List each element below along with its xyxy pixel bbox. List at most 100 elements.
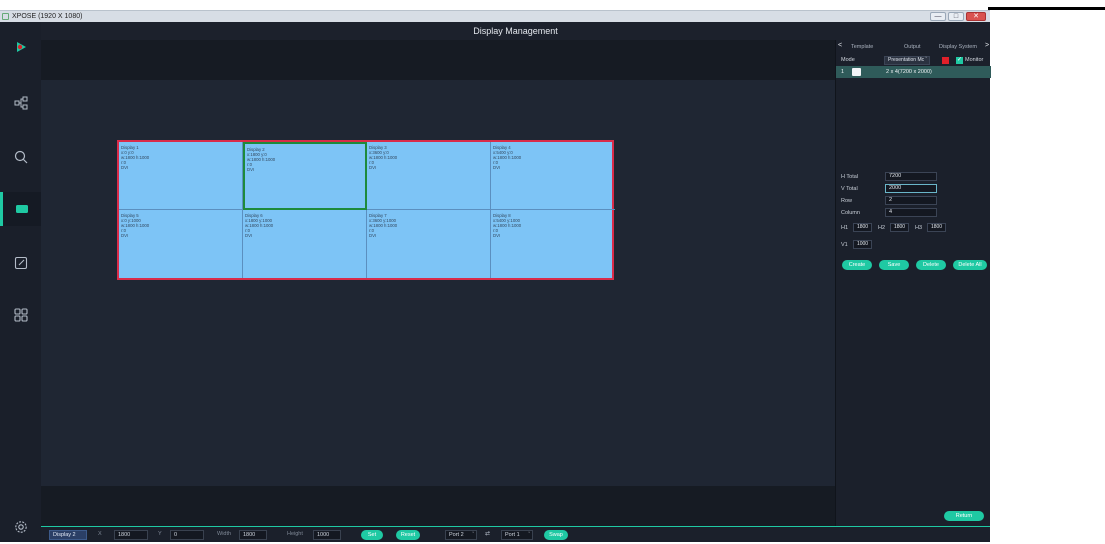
set-button[interactable]: Set xyxy=(361,530,383,540)
port-b-value: Port 1 xyxy=(505,532,520,538)
display-cell-3[interactable]: Display 3 x:3600 y:0 w:1800 h:1000 r:0 D… xyxy=(367,142,491,210)
h3-label: H3 xyxy=(915,225,923,231)
page-header: Display Management xyxy=(41,22,990,40)
swap-arrows-icon: ⇄ xyxy=(485,531,491,537)
network-icon xyxy=(14,96,27,110)
title-bar: XPOSE (1920 X 1080) — □ ✕ xyxy=(0,10,990,22)
cell-port-type: DVI xyxy=(121,233,129,238)
y-input[interactable]: 0 xyxy=(170,530,204,540)
monitor-checkbox[interactable]: ✓ xyxy=(956,57,963,64)
display-grid: Display 1 x:0 y:0 w:1800 h:1000 r:0 DVI … xyxy=(117,140,615,280)
page-title: Display Management xyxy=(473,26,558,36)
create-button[interactable]: Create xyxy=(842,260,872,270)
display-cell-7[interactable]: Display 7 x:3600 y:1000 w:1800 h:1000 r:… xyxy=(367,210,491,278)
top-edge-line xyxy=(988,7,1105,10)
template-list-item[interactable]: 1 2 x 4(7200 x 2000) xyxy=(836,66,991,78)
h1-input[interactable]: 1800 xyxy=(853,223,872,232)
h1-label: H1 xyxy=(841,225,849,231)
delete-all-button[interactable]: Delete All xyxy=(953,260,987,270)
logo-icon xyxy=(16,42,26,52)
sidebar-item-network[interactable] xyxy=(0,86,41,120)
maximize-button[interactable]: □ xyxy=(948,12,964,21)
sidebar-item-search[interactable] xyxy=(0,140,41,174)
tab-prev-button[interactable]: < xyxy=(838,42,842,49)
edit-icon xyxy=(14,256,27,270)
cell-port-type: DVI xyxy=(493,165,501,170)
bottom-strip xyxy=(41,486,835,526)
display-cell-1[interactable]: Display 1 x:0 y:0 w:1800 h:1000 r:0 DVI xyxy=(119,142,243,210)
display-cell-2[interactable]: Display 2 x:1800 y:0 w:1800 h:1000 r:0 D… xyxy=(243,142,367,210)
sidebar-item-home[interactable] xyxy=(0,30,41,64)
width-label: Width xyxy=(217,531,232,537)
tab-display-system[interactable]: Display System xyxy=(939,44,977,50)
y-label: Y xyxy=(158,531,162,537)
mode-value: Presentation Mc xyxy=(888,57,925,63)
sidebar-item-settings[interactable] xyxy=(0,510,41,544)
v-total-label: V Total xyxy=(841,186,858,192)
chevron-down-icon: ˇ xyxy=(528,532,530,538)
monitor-label: Monitor xyxy=(965,57,984,63)
settings-icon xyxy=(14,521,27,533)
row-input[interactable]: 2 xyxy=(885,196,937,205)
column-input[interactable]: 4 xyxy=(885,208,937,217)
minimize-button[interactable]: — xyxy=(930,12,946,21)
return-button[interactable]: Return xyxy=(944,511,984,521)
swap-button[interactable]: Swap xyxy=(544,530,568,540)
cell-port-type: DVI xyxy=(245,233,253,238)
display-cell-8[interactable]: Display 8 x:5400 y:1000 w:1800 h:1000 r:… xyxy=(491,210,615,278)
port-b-select[interactable]: Port 1 ˇ xyxy=(501,530,533,540)
template-index: 1 xyxy=(841,69,845,75)
apps-icon xyxy=(13,308,28,322)
tab-next-button[interactable]: > xyxy=(985,42,989,49)
reset-button[interactable]: Reset xyxy=(396,530,420,540)
right-panel-tabs: < Template Output Display System > xyxy=(836,40,991,54)
chevron-down-icon: ˇ xyxy=(472,532,474,538)
sidebar-item-display[interactable] xyxy=(0,192,41,226)
width-input[interactable]: 1800 xyxy=(239,530,267,540)
app-window: XPOSE (1920 X 1080) — □ ✕ Display Manage… xyxy=(0,0,1105,542)
mode-row: Mode Presentation Mc ˇ ✓ Monitor xyxy=(836,54,991,66)
x-input[interactable]: 1800 xyxy=(114,530,148,540)
template-label: 2 x 4(7200 x 2000) xyxy=(886,69,932,75)
app-icon xyxy=(2,13,9,20)
h2-input[interactable]: 1800 xyxy=(890,223,909,232)
row-label: Row xyxy=(841,198,853,204)
x-label: X xyxy=(98,531,102,537)
h-total-input[interactable]: 7200 xyxy=(885,172,937,181)
cell-port-type: DVI xyxy=(369,233,377,238)
port-a-value: Port 2 xyxy=(449,532,464,538)
v-total-input[interactable]: 2000 xyxy=(885,184,937,193)
display-cell-5[interactable]: Display 5 x:0 y:1000 w:1800 h:1000 r:0 D… xyxy=(119,210,243,278)
cell-port-type: DVI xyxy=(121,165,129,170)
display-select[interactable]: Display 2 xyxy=(49,530,87,540)
close-button[interactable]: ✕ xyxy=(966,12,986,21)
column-label: Column xyxy=(841,210,860,216)
h-total-label: H Total xyxy=(841,174,859,180)
display-cell-4[interactable]: Display 4 x:5400 y:0 w:1800 h:1000 r:0 D… xyxy=(491,142,615,210)
sidebar-item-edit[interactable] xyxy=(0,246,41,280)
delete-button[interactable]: Delete xyxy=(916,260,946,270)
v1-label: V1 xyxy=(841,242,848,248)
tab-template[interactable]: Template xyxy=(851,44,873,50)
mode-select[interactable]: Presentation Mc ˇ xyxy=(884,56,930,65)
v1-input[interactable]: 1000 xyxy=(853,240,872,249)
sidebar-item-apps[interactable] xyxy=(0,298,41,332)
height-input[interactable]: 1000 xyxy=(313,530,341,540)
height-label: Height xyxy=(287,531,303,537)
display-icon xyxy=(16,205,28,213)
right-panel: < Template Output Display System > Mode … xyxy=(835,40,991,526)
save-button[interactable]: Save xyxy=(879,260,909,270)
mode-label: Mode xyxy=(841,57,855,63)
cell-port-type: DVI xyxy=(493,233,501,238)
h3-input[interactable]: 1800 xyxy=(927,223,946,232)
h2-label: H2 xyxy=(878,225,886,231)
sidebar xyxy=(0,22,41,542)
cell-port-type: DVI xyxy=(369,165,377,170)
search-icon xyxy=(14,150,27,164)
bottom-toolbar: Display 2 X 1800 Y 0 Width 1800 Height 1… xyxy=(41,526,990,542)
template-thumbnail-icon xyxy=(852,68,861,76)
display-cell-6[interactable]: Display 6 x:1800 y:1000 w:1800 h:1000 r:… xyxy=(243,210,367,278)
color-swatch[interactable] xyxy=(942,57,949,64)
tab-output[interactable]: Output xyxy=(904,44,921,50)
port-a-select[interactable]: Port 2 ˇ xyxy=(445,530,477,540)
